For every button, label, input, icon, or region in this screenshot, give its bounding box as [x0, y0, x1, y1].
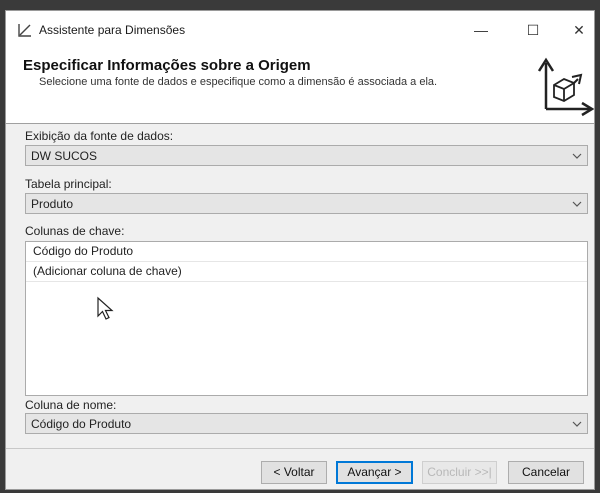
main-table-label: Tabela principal: [25, 177, 112, 191]
page-subtitle: Selecione uma fonte de dados e especifiq… [39, 76, 438, 88]
footer-divider [6, 448, 594, 449]
chevron-down-icon[interactable] [571, 198, 583, 210]
dimension-wizard-icon [18, 24, 31, 37]
back-button[interactable]: < Voltar [261, 461, 327, 484]
cancel-button[interactable]: Cancelar [508, 461, 584, 484]
datasource-label: Exibição da fonte de dados: [25, 129, 174, 143]
page-title: Especificar Informações sobre a Origem [23, 57, 311, 74]
wizard-header: Especificar Informações sobre a Origem S… [6, 49, 594, 124]
dimension-wizard-window: Assistente para Dimensões — ☐ ✕ Especifi… [5, 10, 595, 490]
key-columns-label: Colunas de chave: [25, 224, 125, 238]
close-button[interactable]: ✕ [564, 19, 594, 41]
next-button[interactable]: Avançar > [336, 461, 413, 484]
datasource-dropdown[interactable]: DW SUCOS [25, 145, 588, 166]
list-item[interactable]: Código do Produto [26, 242, 587, 262]
main-table-dropdown[interactable]: Produto [25, 193, 588, 214]
name-column-dropdown[interactable]: Código do Produto [25, 413, 588, 434]
minimize-button[interactable]: — [466, 19, 496, 41]
name-column-value: Código do Produto [31, 417, 132, 431]
name-column-label: Coluna de nome: [25, 398, 117, 412]
window-title: Assistente para Dimensões [39, 23, 186, 37]
chevron-down-icon[interactable] [571, 418, 583, 430]
main-table-value: Produto [31, 197, 74, 211]
add-key-column-item[interactable]: (Adicionar coluna de chave) [26, 262, 587, 282]
mouse-pointer-icon [97, 296, 114, 320]
datasource-value: DW SUCOS [31, 149, 97, 163]
3d-axes-cube-icon [537, 57, 594, 117]
chevron-down-icon[interactable] [571, 150, 583, 162]
finish-button[interactable]: Concluir >>| [422, 461, 497, 484]
title-bar: Assistente para Dimensões — ☐ ✕ [6, 11, 594, 49]
maximize-button[interactable]: ☐ [518, 19, 548, 41]
